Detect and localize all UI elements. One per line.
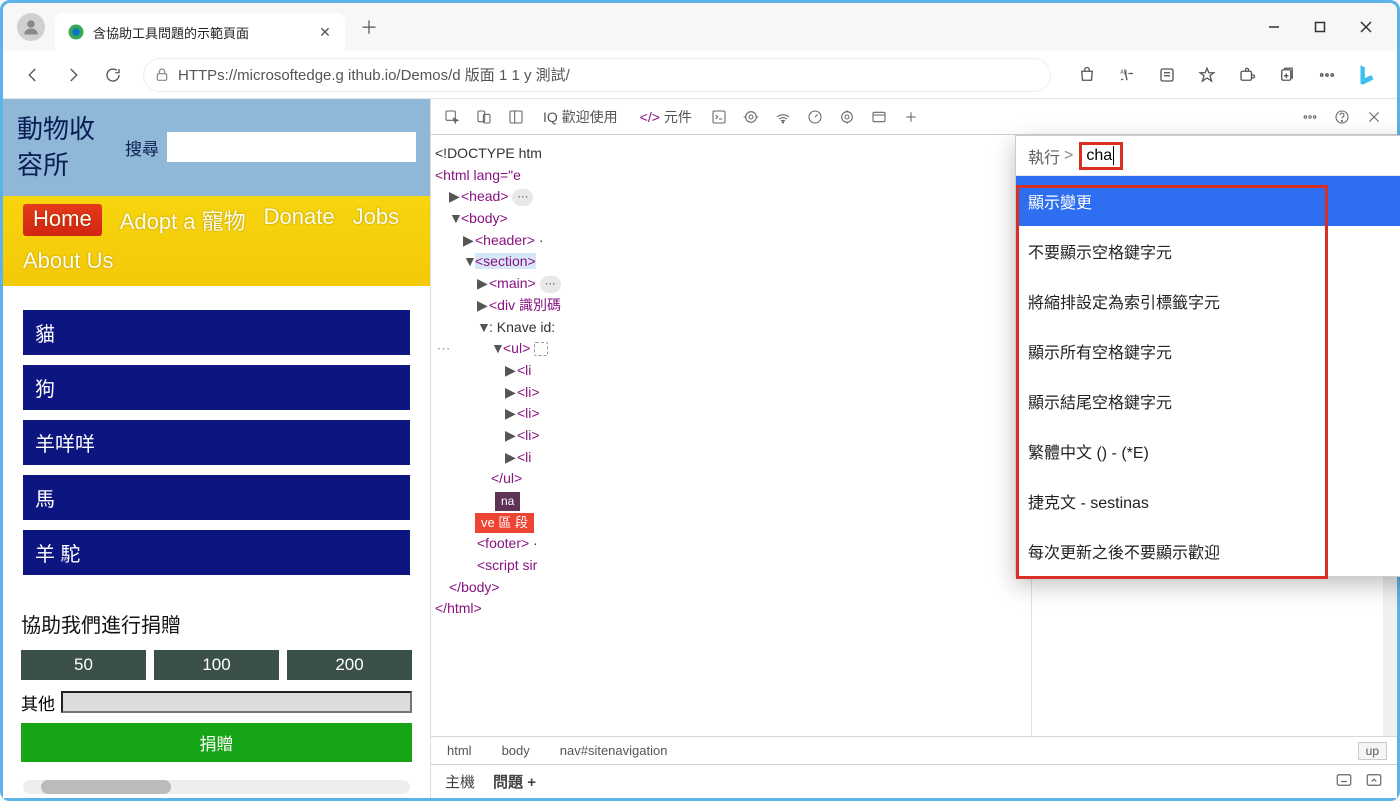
sources-icon[interactable] bbox=[738, 104, 764, 130]
palette-input[interactable]: cha bbox=[1079, 142, 1123, 170]
drawer-icon[interactable] bbox=[1335, 771, 1353, 793]
application-icon[interactable] bbox=[866, 104, 892, 130]
profile-avatar[interactable] bbox=[17, 13, 45, 41]
more-icon[interactable] bbox=[1309, 57, 1345, 93]
list-item[interactable]: 貓 bbox=[23, 310, 410, 355]
search-input[interactable] bbox=[167, 132, 416, 162]
tab-elements[interactable]: </>元件 bbox=[632, 107, 700, 127]
palette-list: 顯示變更快速檢視 不要顯示空格鍵字元來源 將縮排設定為索引標籤字元來源 顯示所有… bbox=[1016, 176, 1400, 576]
console-icon[interactable] bbox=[706, 104, 732, 130]
other-label: 其他 bbox=[21, 690, 55, 715]
devtools-toolbar: IQ 歡迎使用 </>元件 bbox=[431, 99, 1397, 135]
inspect-icon[interactable] bbox=[439, 104, 465, 130]
close-icon[interactable]: ✕ bbox=[317, 24, 333, 40]
close-window-button[interactable] bbox=[1343, 11, 1389, 43]
devtools-close-icon[interactable] bbox=[1361, 104, 1387, 130]
command-palette: 執行 > cha 顯示變更快速檢視 不要顯示空格鍵字元來源 將縮排設定為索引標籤… bbox=[1015, 135, 1400, 577]
extensions-icon[interactable] bbox=[1229, 57, 1265, 93]
lock-icon bbox=[154, 67, 170, 83]
maximize-button[interactable] bbox=[1297, 11, 1343, 43]
network-icon[interactable] bbox=[770, 104, 796, 130]
palette-item[interactable]: 不要顯示空格鍵字元來源 bbox=[1016, 226, 1400, 276]
read-aloud-icon[interactable]: A)) bbox=[1109, 57, 1145, 93]
tab-welcome[interactable]: IQ 歡迎使用 bbox=[535, 107, 626, 127]
svg-text:A)): A)) bbox=[1120, 69, 1127, 75]
host-tab[interactable]: 主機 bbox=[445, 771, 475, 792]
horizontal-scrollbar[interactable] bbox=[23, 780, 410, 794]
window-titlebar: 含協助工具問題的示範頁面 ✕ ＋ bbox=[3, 3, 1397, 51]
list-item[interactable]: 羊 駝 bbox=[23, 530, 410, 575]
donate-heading: 協助我們進行捐贈 bbox=[21, 609, 412, 638]
tab-title: 含協助工具問題的示範頁面 bbox=[93, 23, 309, 42]
search-label: 搜尋 bbox=[125, 135, 159, 160]
shopping-icon[interactable] bbox=[1069, 57, 1105, 93]
address-bar[interactable]: HTTPs://microsoftedge.g ithub.io/Demos/d… bbox=[143, 58, 1051, 92]
device-icon[interactable] bbox=[471, 104, 497, 130]
donate-amount-50[interactable]: 50 bbox=[21, 650, 146, 680]
palette-item[interactable]: 將縮排設定為索引標籤字元來源 bbox=[1016, 276, 1400, 326]
nav-donate[interactable]: Donate bbox=[264, 204, 335, 236]
donate-section: 協助我們進行捐贈 50 100 200 其他 捐贈 bbox=[3, 599, 430, 772]
forward-button[interactable] bbox=[55, 57, 91, 93]
donate-button[interactable]: 捐贈 bbox=[21, 723, 412, 762]
expand-icon[interactable] bbox=[1365, 771, 1383, 793]
site-title: 動物收容所 bbox=[17, 111, 117, 184]
nav-home[interactable]: Home bbox=[23, 204, 102, 236]
rendered-page: 動物收容所 搜尋 Home Adopt a 寵物 Donate Jobs Abo… bbox=[3, 99, 431, 798]
back-button[interactable] bbox=[15, 57, 51, 93]
animal-list: 貓 狗 羊咩咩 馬 羊 駝 bbox=[3, 286, 430, 599]
palette-item[interactable]: 捷克文 - sestinasAppe作表 m bbox=[1016, 476, 1400, 526]
palette-item[interactable]: 顯示結尾空格鍵字元來源 bbox=[1016, 376, 1400, 426]
page-header: 動物收容所 搜尋 bbox=[3, 99, 430, 196]
bing-button[interactable] bbox=[1349, 57, 1385, 93]
breadcrumb-html[interactable]: html bbox=[441, 741, 478, 760]
browser-toolbar: HTTPs://microsoftedge.g ithub.io/Demos/d… bbox=[3, 51, 1397, 99]
edge-icon bbox=[67, 23, 85, 41]
dock-icon[interactable] bbox=[503, 104, 529, 130]
breadcrumb-up-button[interactable]: up bbox=[1358, 742, 1387, 760]
content-area: 動物收容所 搜尋 Home Adopt a 寵物 Donate Jobs Abo… bbox=[3, 99, 1397, 798]
other-amount-input[interactable] bbox=[61, 691, 412, 713]
palette-run-label: 執行 bbox=[1028, 144, 1060, 168]
minimize-button[interactable] bbox=[1251, 11, 1297, 43]
breadcrumb: html body nav#sitenavigation up bbox=[431, 736, 1397, 764]
memory-icon[interactable] bbox=[834, 104, 860, 130]
list-item[interactable]: 羊咩咩 bbox=[23, 420, 410, 465]
issues-tab[interactable]: 問題 bbox=[493, 774, 523, 791]
devtools-panel: IQ 歡迎使用 </>元件 <!DOCTYPE htm <html lang="… bbox=[431, 99, 1397, 798]
add-tab-icon[interactable] bbox=[898, 104, 924, 130]
nav-jobs[interactable]: Jobs bbox=[353, 204, 399, 236]
nav-about[interactable]: About Us bbox=[23, 248, 114, 274]
donate-amount-200[interactable]: 200 bbox=[287, 650, 412, 680]
palette-item[interactable]: 顯示變更快速檢視 bbox=[1016, 176, 1400, 226]
list-item[interactable]: 狗 bbox=[23, 365, 410, 410]
breadcrumb-nav[interactable]: nav#sitenavigation bbox=[554, 741, 674, 760]
list-item[interactable]: 馬 bbox=[23, 475, 410, 520]
new-tab-button[interactable]: ＋ bbox=[353, 11, 385, 43]
donate-amount-100[interactable]: 100 bbox=[154, 650, 279, 680]
collections-icon[interactable] bbox=[1269, 57, 1305, 93]
palette-item[interactable]: 繁體中文 () - (*E)外觀弧形出樣式工 bbox=[1016, 426, 1400, 476]
browser-tab[interactable]: 含協助工具問題的示範頁面 ✕ bbox=[55, 13, 345, 51]
devtools-bottom-bar: 主機 問題 + bbox=[431, 764, 1397, 798]
favorite-icon[interactable] bbox=[1189, 57, 1225, 93]
nav-adopt[interactable]: Adopt a 寵物 bbox=[120, 204, 246, 236]
help-icon[interactable] bbox=[1329, 104, 1355, 130]
devtools-more-icon[interactable] bbox=[1297, 104, 1323, 130]
refresh-button[interactable] bbox=[95, 57, 131, 93]
breadcrumb-body[interactable]: body bbox=[496, 741, 536, 760]
performance-icon[interactable] bbox=[802, 104, 828, 130]
palette-item[interactable]: 顯示所有空格鍵字元來源 bbox=[1016, 326, 1400, 376]
site-nav: Home Adopt a 寵物 Donate Jobs About Us bbox=[3, 196, 430, 286]
url-text: HTTPs://microsoftedge.g ithub.io/Demos/d… bbox=[178, 64, 570, 85]
palette-header: 執行 > cha bbox=[1016, 136, 1400, 176]
elements-tree[interactable]: <!DOCTYPE htm <html lang="e ▶<head> ⋯ ▼<… bbox=[431, 135, 1031, 736]
palette-item[interactable]: 每次更新之後不要顯示歡迎外觀 bbox=[1016, 526, 1400, 576]
reader-icon[interactable] bbox=[1149, 57, 1185, 93]
